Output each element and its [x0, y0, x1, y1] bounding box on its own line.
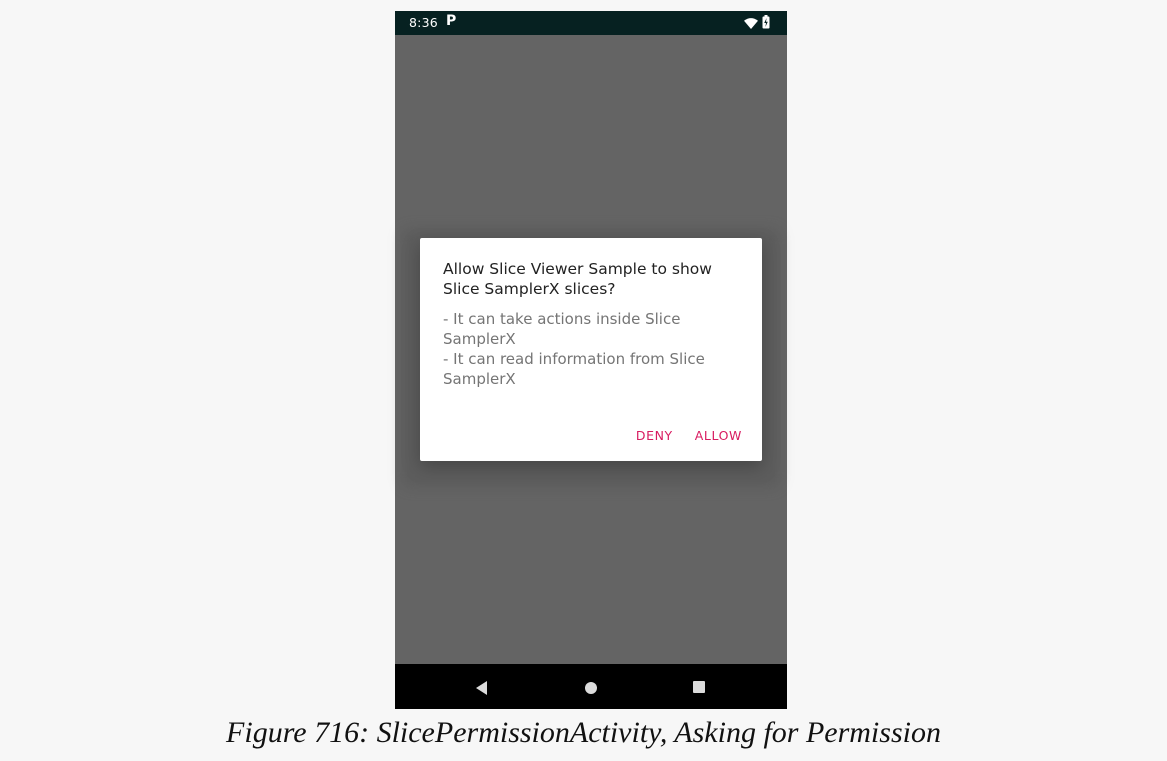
parking-icon: P [446, 13, 457, 29]
wifi-icon [744, 17, 758, 32]
figure-caption: Figure 716: SlicePermissionActivity, Ask… [226, 716, 941, 749]
dialog-title: Allow Slice Viewer Sample to show Slice … [443, 260, 712, 298]
home-icon[interactable] [584, 681, 598, 700]
deny-button[interactable]: DENY [636, 428, 673, 443]
dialog-message: - It can take actions inside Slice Sampl… [443, 310, 705, 388]
status-time: 8:36 [409, 15, 438, 30]
battery-icon [762, 15, 770, 32]
back-icon[interactable] [476, 681, 488, 700]
recents-icon[interactable] [692, 680, 706, 699]
allow-button[interactable]: ALLOW [695, 428, 742, 443]
status-bar: 8:36 P [395, 11, 787, 35]
dialog-actions: DENY ALLOW [636, 428, 742, 443]
permission-dialog: Allow Slice Viewer Sample to show Slice … [420, 238, 762, 461]
phone-screen: 8:36 P Allow Slice Viewer Sample to show… [395, 11, 787, 709]
navigation-bar [395, 664, 787, 709]
app-content-area: Allow Slice Viewer Sample to show Slice … [395, 35, 787, 664]
